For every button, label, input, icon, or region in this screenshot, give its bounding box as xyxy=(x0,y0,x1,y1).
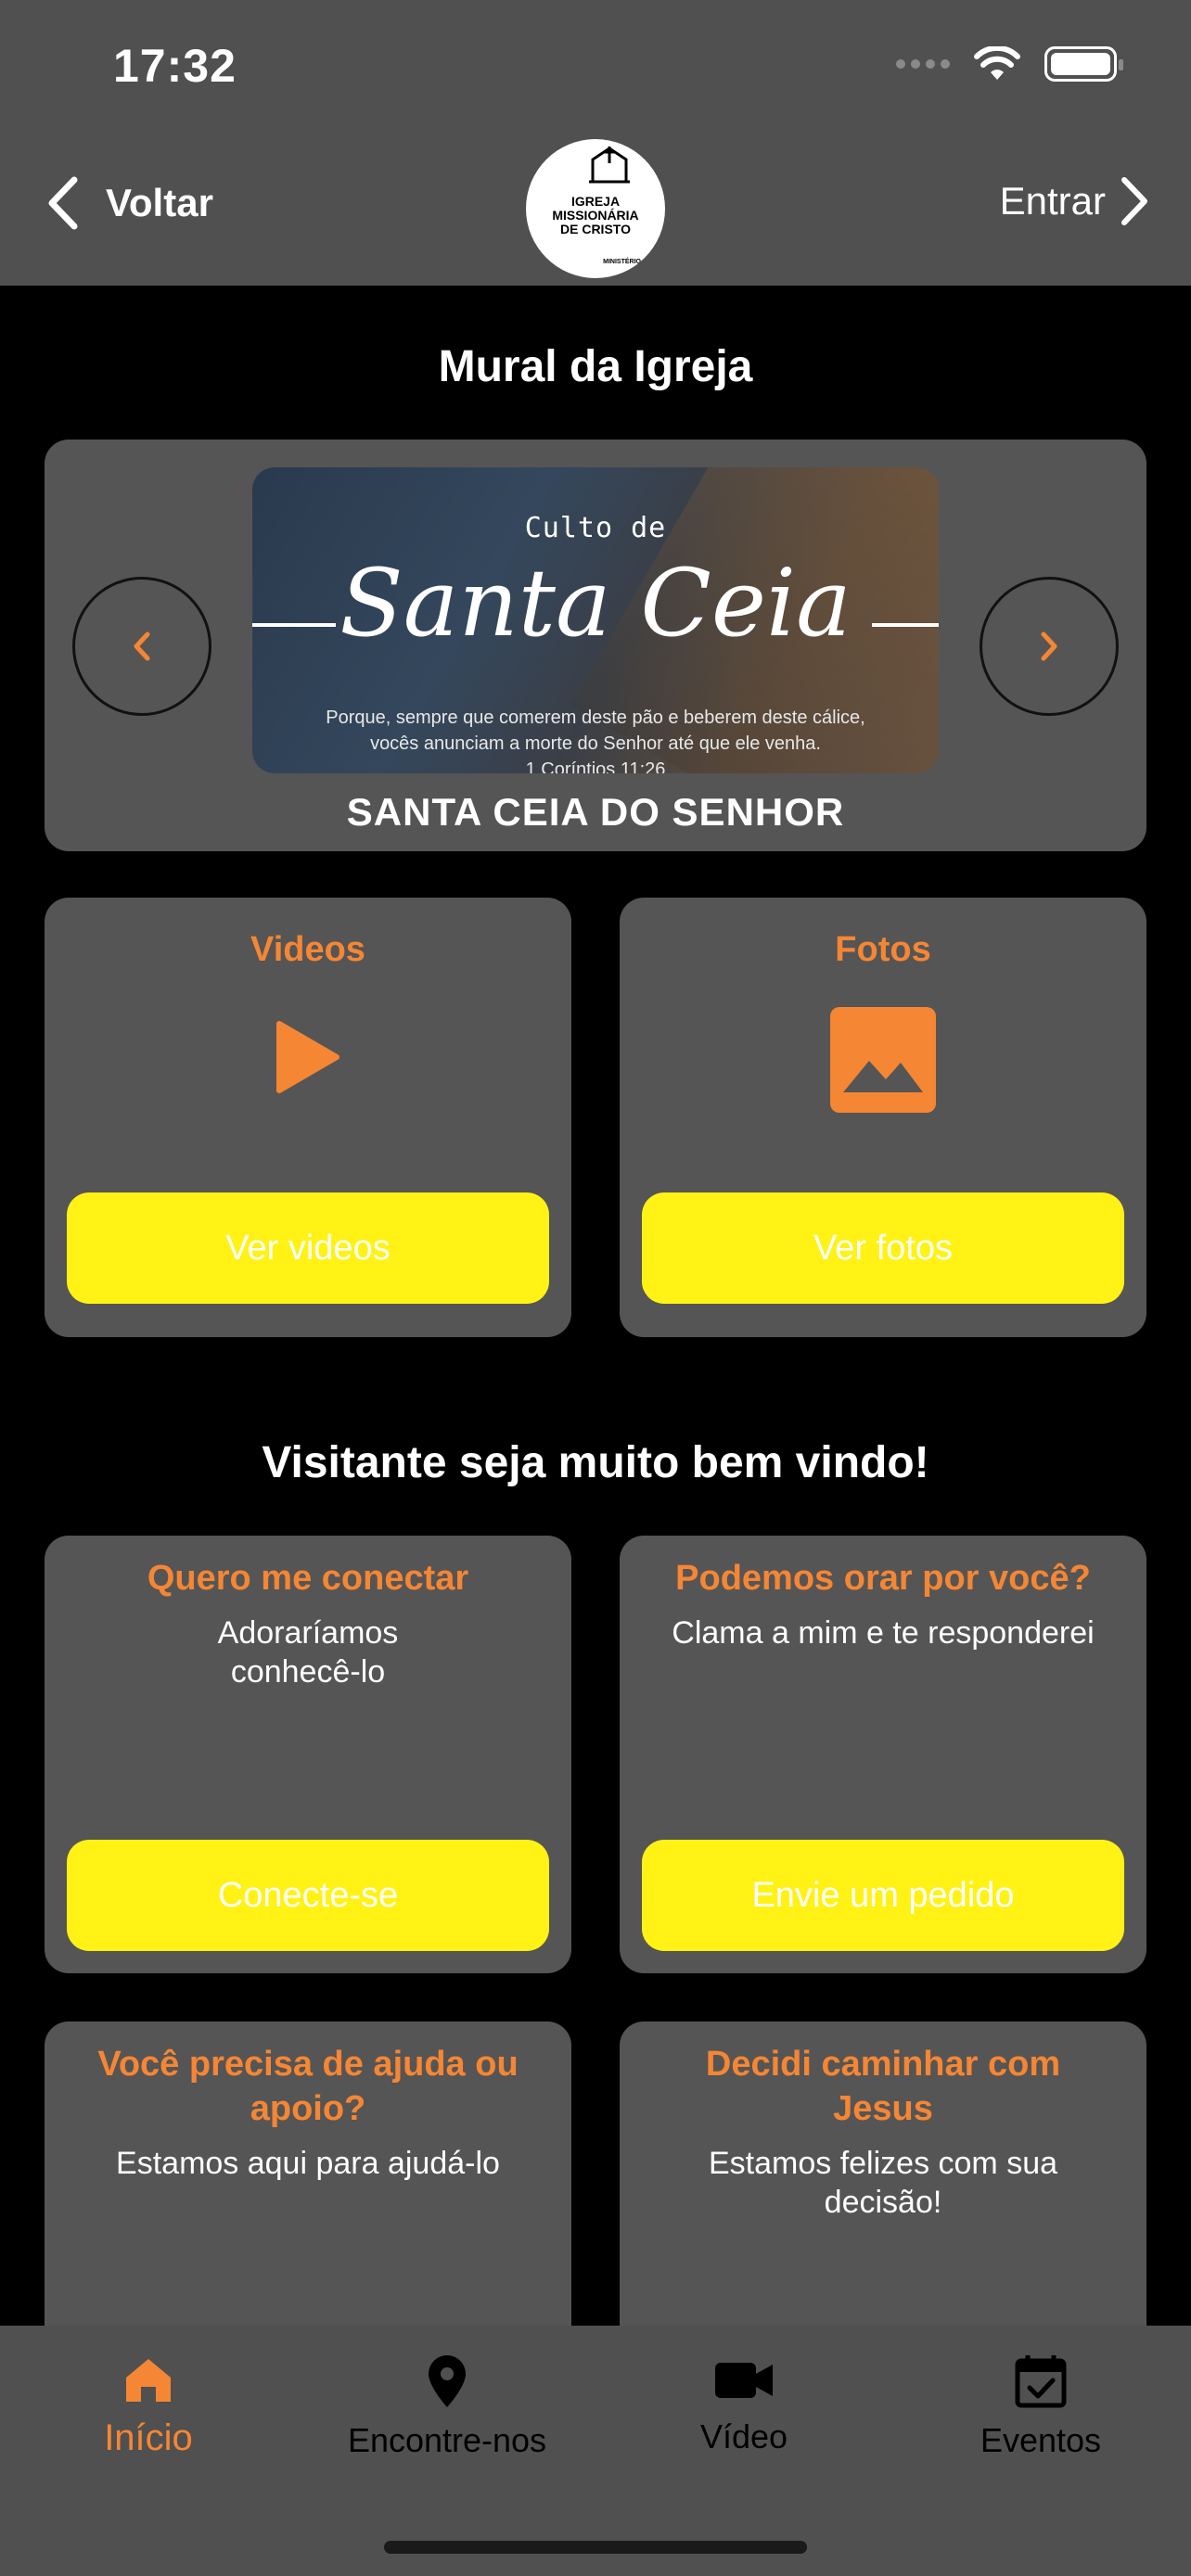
decision-title-line-2: Jesus xyxy=(833,2089,933,2128)
battery-icon xyxy=(1044,46,1123,82)
help-title-line-2: apoio? xyxy=(250,2089,366,2128)
banner-verse-ref: 1 Coríntios 11:26 xyxy=(525,759,666,773)
login-label: Entrar xyxy=(999,179,1106,223)
location-pin-icon xyxy=(429,2355,466,2407)
help-text: Estamos aqui para ajudá-lo xyxy=(116,2146,500,2181)
videos-card: Videos Ver videos xyxy=(45,898,571,1337)
welcome-title: Visitante seja muito bem vindo! xyxy=(262,1438,929,1487)
decision-text-line-1: Estamos felizes com sua xyxy=(708,2146,1058,2181)
decision-text-line-2: decisão! xyxy=(824,2185,942,2220)
calendar-icon xyxy=(1015,2355,1067,2408)
connect-card: Quero me conectar Adoraríamos conhecê-lo… xyxy=(45,1536,571,1973)
logo-line-1: IGREJA xyxy=(570,194,621,209)
mural-caption: SANTA CEIA DO SENHOR xyxy=(346,790,845,834)
cellular-signal-icon xyxy=(896,59,950,69)
connect-text-line-1: Adoraríamos xyxy=(217,1615,399,1651)
banner-verse-line-2: vocês anunciam a morte do Senhor até que… xyxy=(370,733,821,754)
carousel-prev-button[interactable] xyxy=(72,577,211,716)
church-icon xyxy=(589,147,630,184)
chevron-right-icon xyxy=(1041,631,1057,661)
tab-bar: Início Encontre-nos Vídeo Eventos xyxy=(0,2326,1191,2576)
home-indicator[interactable] xyxy=(384,2541,807,2554)
mural-banner-image[interactable]: Culto de Santa Ceia Porque, sempre que c… xyxy=(252,467,939,773)
connect-text: Adoraríamos conhecê-lo xyxy=(72,1613,544,1691)
connect-title: Quero me conectar xyxy=(147,1559,469,1598)
chevron-left-icon xyxy=(48,176,78,230)
see-videos-button[interactable]: Ver videos xyxy=(67,1192,549,1304)
help-title-line-1: Você precisa de ajuda ou xyxy=(97,2045,519,2084)
tab-home[interactable]: Início xyxy=(28,2353,269,2459)
logo-small-text: MINISTÉRIO xyxy=(603,259,641,265)
prayer-title: Podemos orar por você? xyxy=(675,1559,1091,1598)
wifi-icon xyxy=(974,46,1020,80)
banner-line-1: Culto de xyxy=(524,512,667,544)
photos-title: Fotos xyxy=(835,930,931,969)
back-button[interactable]: Voltar xyxy=(46,176,213,230)
play-icon[interactable] xyxy=(275,1020,340,1094)
church-logo[interactable]: IGREJA MISSIONÁRIA DE CRISTO MINISTÉRIO xyxy=(526,139,665,278)
send-request-button[interactable]: Envie um pedido xyxy=(642,1840,1124,1951)
tab-find-us[interactable]: Encontre-nos xyxy=(327,2353,568,2460)
carousel-next-button[interactable] xyxy=(980,577,1119,716)
help-title: Você precisa de ajuda ou apoio? xyxy=(45,2042,571,2131)
top-bar: 17:32 Voltar IGREJA MISSIONÁRIA DE CRIST… xyxy=(0,0,1191,286)
logo-line-2: MISSIONÁRIA xyxy=(552,208,639,223)
banner-verse: Porque, sempre que comerem deste pão e b… xyxy=(252,705,939,773)
connect-button[interactable]: Conecte-se xyxy=(67,1840,549,1951)
mural-title: Mural da Igreja xyxy=(438,342,753,391)
tab-home-label: Início xyxy=(104,2417,193,2458)
banner-verse-line-1: Porque, sempre que comerem deste pão e b… xyxy=(326,708,865,728)
photos-card: Fotos Ver fotos xyxy=(620,898,1146,1337)
mural-carousel: Culto de Santa Ceia Porque, sempre que c… xyxy=(45,440,1146,851)
decision-text: Estamos felizes com sua decisão! xyxy=(647,2144,1119,2222)
tab-events-label: Eventos xyxy=(980,2421,1102,2459)
tab-video[interactable]: Vídeo xyxy=(623,2353,864,2456)
chevron-right-icon xyxy=(1121,177,1147,225)
prayer-card: Podemos orar por você? Clama a mim e te … xyxy=(620,1536,1146,1973)
see-photos-button[interactable]: Ver fotos xyxy=(642,1192,1124,1304)
status-time: 17:32 xyxy=(113,40,237,92)
video-camera-icon xyxy=(715,2363,773,2398)
status-icons xyxy=(896,46,1123,82)
tab-video-label: Vídeo xyxy=(699,2417,788,2455)
prayer-text: Clama a mim e te responderei xyxy=(672,1615,1095,1651)
decision-title: Decidi caminhar com Jesus xyxy=(620,2042,1146,2131)
chevron-left-icon xyxy=(134,631,150,661)
banner-line-2: Santa Ceia xyxy=(339,549,852,657)
back-label: Voltar xyxy=(106,181,213,224)
decision-title-line-1: Decidi caminhar com xyxy=(705,2045,1061,2084)
logo-line-3: DE CRISTO xyxy=(560,222,631,236)
videos-title: Videos xyxy=(250,930,365,969)
connect-text-line-2: conhecê-lo xyxy=(230,1654,386,1690)
tab-find-us-label: Encontre-nos xyxy=(347,2421,547,2459)
home-icon xyxy=(126,2359,171,2402)
image-icon[interactable] xyxy=(830,1007,936,1113)
tab-events[interactable]: Eventos xyxy=(920,2353,1161,2460)
login-button[interactable]: Entrar xyxy=(1000,176,1150,226)
